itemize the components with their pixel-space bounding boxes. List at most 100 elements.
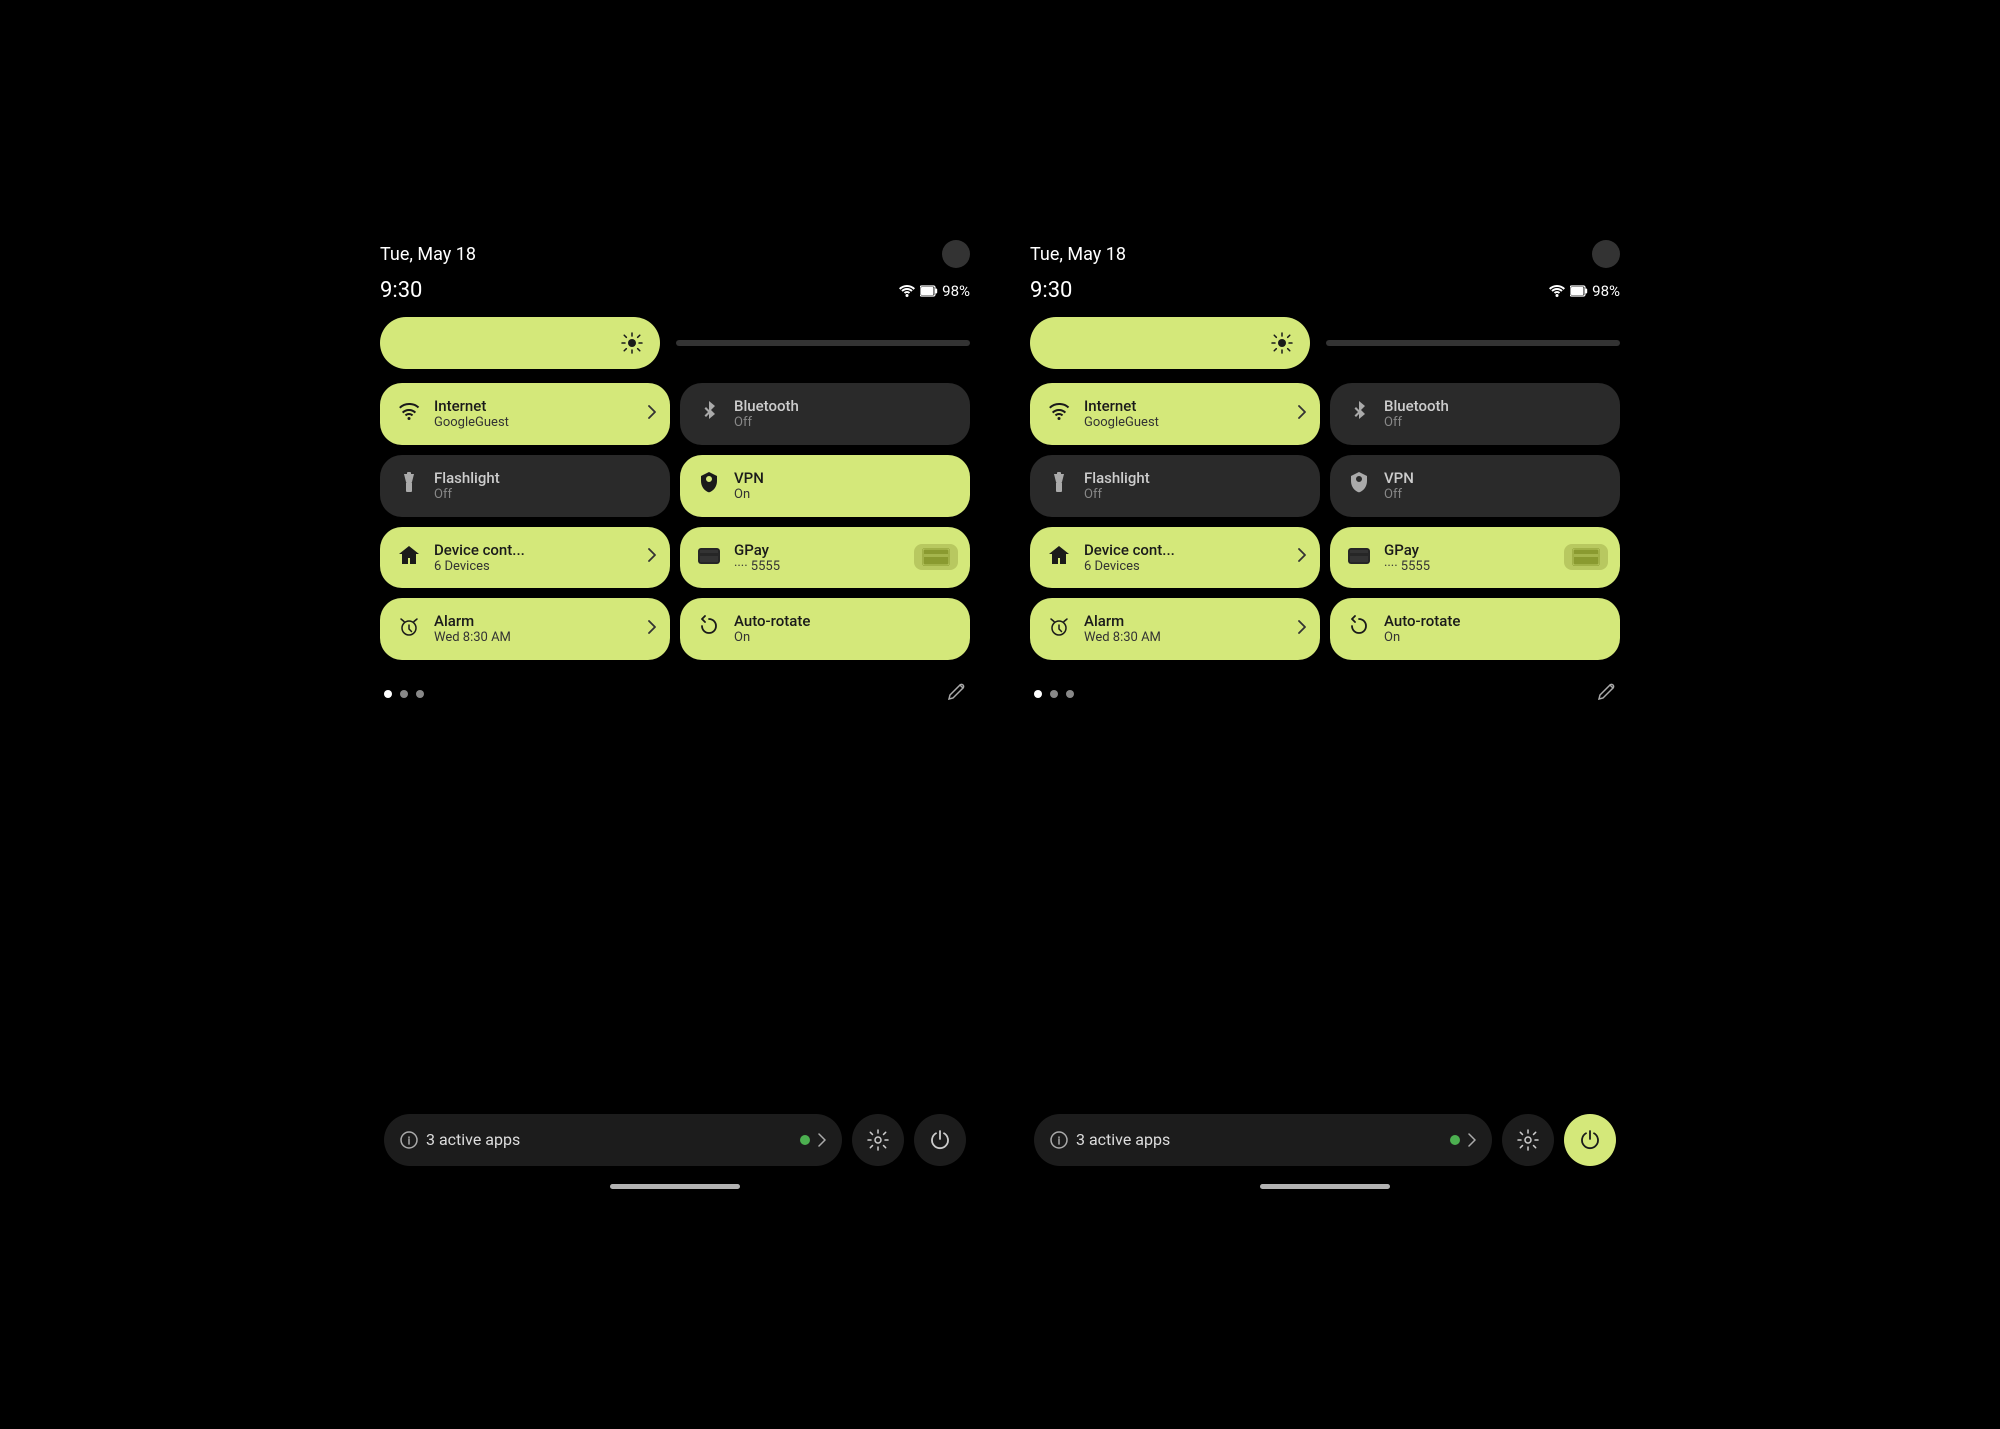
device-control-title: Device cont... bbox=[434, 541, 525, 559]
page-dots[interactable] bbox=[1034, 690, 1074, 698]
brightness-row[interactable] bbox=[380, 317, 970, 369]
bluetooth-text: Bluetooth Off bbox=[734, 397, 799, 431]
alarm-chevron bbox=[1298, 620, 1306, 638]
settings-button[interactable] bbox=[1502, 1114, 1554, 1166]
device-control-chevron bbox=[1298, 548, 1306, 566]
qs-tile-autorotate[interactable]: Auto-rotate On bbox=[680, 598, 970, 660]
qs-tile-vpn[interactable]: VPN On bbox=[680, 455, 970, 517]
info-icon bbox=[1050, 1131, 1068, 1149]
gpay-text: GPay ···· 5555 bbox=[1384, 541, 1430, 575]
status-bar: Tue, May 18 bbox=[1030, 230, 1620, 274]
brightness-icon bbox=[620, 331, 644, 355]
alarm-title: Alarm bbox=[434, 612, 511, 630]
qs-tile-device-control[interactable]: Device cont... 6 Devices bbox=[380, 527, 670, 589]
page-dot-0[interactable] bbox=[1034, 690, 1042, 698]
active-apps-text: 3 active apps bbox=[1076, 1130, 1442, 1149]
active-indicator bbox=[1450, 1135, 1460, 1145]
alarm-title: Alarm bbox=[1084, 612, 1161, 630]
battery-percent: 98% bbox=[942, 282, 970, 300]
battery-percent: 98% bbox=[1592, 282, 1620, 300]
status-icons: 98% bbox=[898, 282, 970, 300]
page-dots[interactable] bbox=[384, 690, 424, 698]
internet-text: Internet GoogleGuest bbox=[434, 397, 509, 431]
flashlight-subtitle: Off bbox=[434, 487, 500, 503]
gpay-card-icon bbox=[1572, 548, 1600, 566]
page-dot-2[interactable] bbox=[1066, 690, 1074, 698]
edit-button[interactable] bbox=[1596, 682, 1616, 706]
settings-button[interactable] bbox=[852, 1114, 904, 1166]
qs-tile-alarm[interactable]: Alarm Wed 8:30 AM bbox=[1030, 598, 1320, 660]
alarm-icon bbox=[396, 615, 422, 642]
alarm-subtitle: Wed 8:30 AM bbox=[434, 630, 511, 646]
brightness-icon bbox=[1270, 331, 1294, 355]
apps-chevron bbox=[818, 1133, 826, 1147]
qs-tile-internet[interactable]: Internet GoogleGuest bbox=[380, 383, 670, 445]
qs-tile-bluetooth[interactable]: Bluetooth Off bbox=[1330, 383, 1620, 445]
vpn-icon bbox=[1346, 472, 1372, 499]
flashlight-subtitle: Off bbox=[1084, 487, 1150, 503]
gpay-icon bbox=[1346, 545, 1372, 569]
dots-row bbox=[380, 674, 970, 714]
battery-icon bbox=[1570, 284, 1588, 298]
internet-title: Internet bbox=[434, 397, 509, 415]
internet-chevron bbox=[648, 405, 656, 423]
qs-tile-flashlight[interactable]: Flashlight Off bbox=[380, 455, 670, 517]
brightness-pill[interactable] bbox=[380, 317, 660, 369]
edit-button[interactable] bbox=[946, 682, 966, 706]
qs-tile-gpay[interactable]: GPay ···· 5555 bbox=[680, 527, 970, 589]
device-control-subtitle: 6 Devices bbox=[1084, 559, 1175, 575]
bluetooth-title: Bluetooth bbox=[734, 397, 799, 415]
device-control-text: Device cont... 6 Devices bbox=[434, 541, 525, 575]
page-dot-1[interactable] bbox=[400, 690, 408, 698]
bottom-bar: 3 active apps bbox=[1030, 1114, 1620, 1166]
status-row: 9:30 98% bbox=[1030, 274, 1620, 317]
brightness-track[interactable] bbox=[1326, 340, 1620, 346]
bluetooth-subtitle: Off bbox=[1384, 415, 1449, 431]
autorotate-icon bbox=[1346, 615, 1372, 642]
active-apps-pill[interactable]: 3 active apps bbox=[384, 1114, 842, 1166]
device-control-icon bbox=[1046, 545, 1072, 570]
page-dot-0[interactable] bbox=[384, 690, 392, 698]
qs-tile-device-control[interactable]: Device cont... 6 Devices bbox=[1030, 527, 1320, 589]
brightness-row[interactable] bbox=[1030, 317, 1620, 369]
brightness-track[interactable] bbox=[676, 340, 970, 346]
bottom-bar: 3 active apps bbox=[380, 1114, 970, 1166]
vpn-text: VPN Off bbox=[1384, 469, 1414, 503]
autorotate-subtitle: On bbox=[734, 630, 810, 646]
qs-tile-internet[interactable]: Internet GoogleGuest bbox=[1030, 383, 1320, 445]
gpay-subtitle: ···· 5555 bbox=[1384, 559, 1430, 575]
gpay-title: GPay bbox=[734, 541, 780, 559]
internet-icon bbox=[1046, 402, 1072, 426]
screens-container: Tue, May 18 9:30 98% Internet GoogleGues… bbox=[0, 210, 2000, 1218]
brightness-pill[interactable] bbox=[1030, 317, 1310, 369]
page-dot-1[interactable] bbox=[1050, 690, 1058, 698]
alarm-chevron bbox=[648, 620, 656, 638]
gpay-text: GPay ···· 5555 bbox=[734, 541, 780, 575]
qs-tile-alarm[interactable]: Alarm Wed 8:30 AM bbox=[380, 598, 670, 660]
flashlight-title: Flashlight bbox=[1084, 469, 1150, 487]
status-time: 9:30 bbox=[380, 278, 422, 303]
bluetooth-title: Bluetooth bbox=[1384, 397, 1449, 415]
internet-title: Internet bbox=[1084, 397, 1159, 415]
active-apps-pill[interactable]: 3 active apps bbox=[1034, 1114, 1492, 1166]
qs-tile-flashlight[interactable]: Flashlight Off bbox=[1030, 455, 1320, 517]
flashlight-title: Flashlight bbox=[434, 469, 500, 487]
home-indicator bbox=[1260, 1184, 1390, 1189]
alarm-text: Alarm Wed 8:30 AM bbox=[1084, 612, 1161, 646]
gpay-card-icon bbox=[922, 548, 950, 566]
status-bar: Tue, May 18 bbox=[380, 230, 970, 274]
page-dot-2[interactable] bbox=[416, 690, 424, 698]
autorotate-title: Auto-rotate bbox=[734, 612, 810, 630]
status-date: Tue, May 18 bbox=[380, 244, 476, 265]
qs-tile-vpn[interactable]: VPN Off bbox=[1330, 455, 1620, 517]
power-button[interactable] bbox=[1564, 1114, 1616, 1166]
power-button[interactable] bbox=[914, 1114, 966, 1166]
settings-icon bbox=[1517, 1129, 1539, 1151]
gpay-card bbox=[914, 544, 958, 570]
qs-tile-autorotate[interactable]: Auto-rotate On bbox=[1330, 598, 1620, 660]
settings-icon bbox=[867, 1129, 889, 1151]
qs-tile-gpay[interactable]: GPay ···· 5555 bbox=[1330, 527, 1620, 589]
vpn-subtitle: On bbox=[734, 487, 764, 503]
status-icons: 98% bbox=[1548, 282, 1620, 300]
qs-tile-bluetooth[interactable]: Bluetooth Off bbox=[680, 383, 970, 445]
